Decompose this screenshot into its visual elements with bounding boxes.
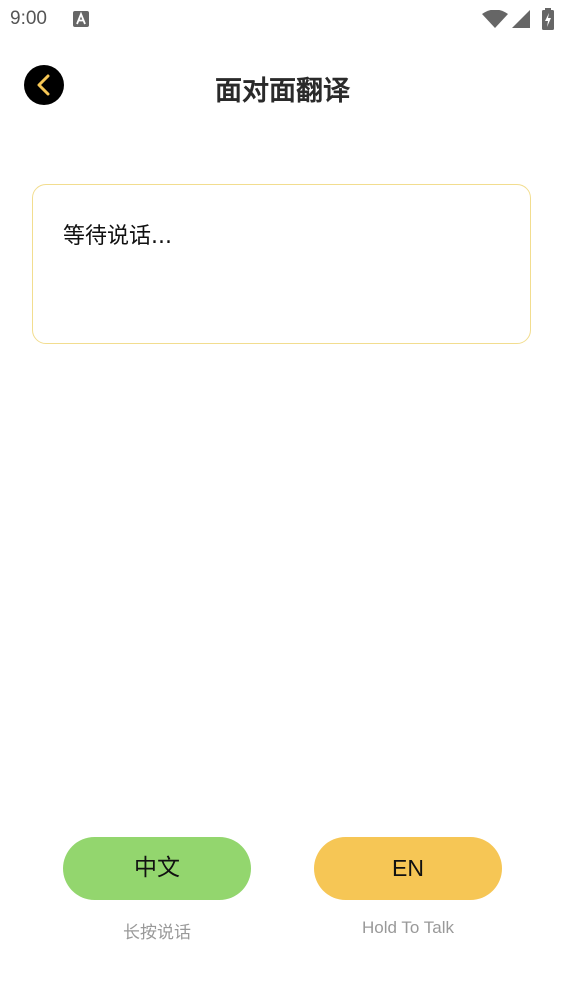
transcript-box: 等待说话...: [32, 184, 531, 344]
english-talk-button[interactable]: EN: [314, 837, 502, 900]
signal-icon: [512, 10, 530, 28]
english-hint-label: Hold To Talk: [362, 918, 454, 937]
wifi-icon: [482, 10, 508, 28]
battery-charging-icon: [542, 8, 554, 30]
a-notification-icon: [73, 11, 89, 27]
status-bar: 9:00: [0, 0, 565, 38]
header: 面对面翻译: [0, 60, 565, 110]
status-time: 9:00: [10, 8, 47, 29]
chinese-hint-label: 长按说话: [123, 923, 191, 943]
chinese-talk-button[interactable]: 中文: [63, 837, 251, 900]
page-title: 面对面翻译: [215, 76, 350, 107]
transcript-text: 等待说话...: [63, 224, 172, 249]
